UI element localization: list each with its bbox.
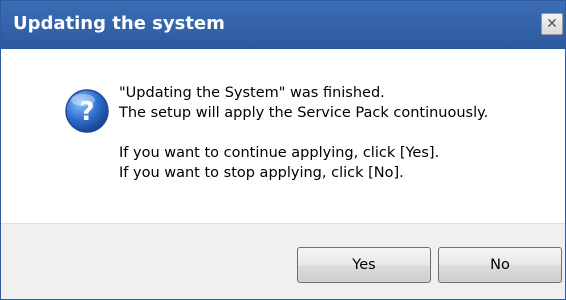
no-button[interactable]: No — [438, 247, 562, 283]
close-button[interactable]: ✕ — [541, 13, 563, 35]
message-line-2: The setup will apply the Service Pack co… — [119, 105, 489, 121]
title-bar: Updating the system ✕ — [1, 1, 565, 49]
question-glyph: ? — [79, 97, 94, 127]
message-line-3: If you want to continue applying, click … — [119, 145, 440, 161]
dialog-content: ? "Updating the System" was finished. Th… — [1, 49, 565, 223]
close-icon: ✕ — [546, 16, 558, 32]
window-title: Updating the system — [13, 13, 225, 34]
message-text: "Updating the System" was finished. The … — [119, 83, 488, 183]
question-icon: ? — [65, 89, 109, 133]
updating-system-dialog: Updating the system ✕ ? "Updating the Sy… — [0, 0, 566, 300]
button-bar: Yes No — [1, 223, 565, 299]
message-line-1: "Updating the System" was finished. — [119, 85, 385, 101]
message-line-4: If you want to stop applying, click [No]… — [119, 165, 404, 181]
yes-button[interactable]: Yes — [297, 247, 431, 283]
